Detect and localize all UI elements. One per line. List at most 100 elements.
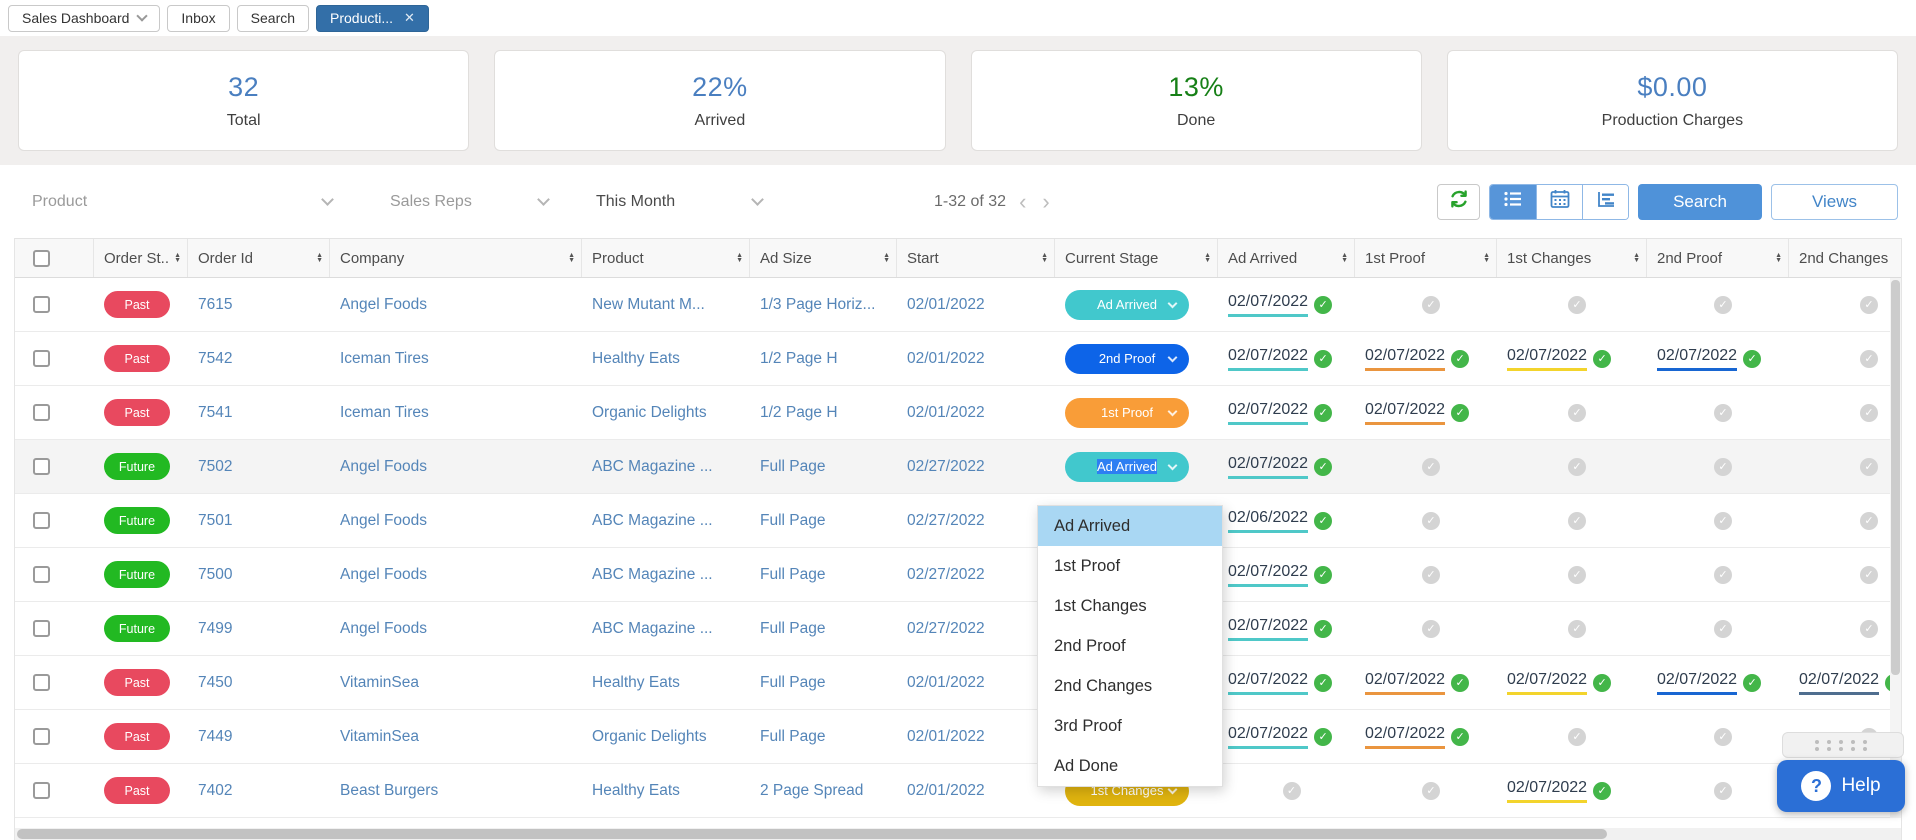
sort-icon[interactable]: ▲ ▼ (1341, 252, 1348, 264)
tab-production[interactable]: Producti... ✕ (316, 4, 429, 32)
column-header-order_id[interactable]: Order Id ▲ ▼ (188, 239, 330, 277)
column-header-first_changes[interactable]: 1st Changes ▲ ▼ (1497, 239, 1647, 277)
cell-product: ABC Magazine ... (582, 512, 750, 530)
current-stage-dropdown[interactable]: Ad Arrived (1065, 451, 1189, 482)
sort-icon[interactable]: ▲ ▼ (1204, 252, 1211, 264)
order-id-link[interactable]: 7500 (198, 566, 232, 584)
row-checkbox[interactable] (33, 674, 50, 691)
sort-icon[interactable]: ▲ ▼ (1041, 252, 1048, 264)
order-id-link[interactable]: 7502 (198, 458, 232, 476)
cell-text: 02/27/2022 (907, 565, 985, 583)
row-checkbox[interactable] (33, 566, 50, 583)
tab-inbox[interactable]: Inbox (167, 4, 230, 32)
close-icon[interactable]: ✕ (404, 10, 415, 26)
column-header-product[interactable]: Product ▲ ▼ (582, 239, 750, 277)
views-button[interactable]: Views (1771, 183, 1898, 220)
stage-menu-item[interactable]: 2nd Proof (1038, 626, 1222, 666)
table-row[interactable]: Future 7502 Angel Foods ABC Magazine ... Ful… (15, 440, 1901, 494)
stage-menu-item[interactable]: 2nd Changes (1038, 666, 1222, 706)
order-id-link[interactable]: 7542 (198, 350, 232, 368)
column-header-start[interactable]: Start ▲ ▼ (897, 239, 1055, 277)
row-checkbox[interactable] (33, 782, 50, 799)
current-stage-dropdown[interactable]: 1st Proof (1065, 397, 1189, 428)
cell-status: Past (94, 399, 188, 426)
horizontal-scrollbar-thumb[interactable] (17, 829, 1607, 839)
column-header-ad_size[interactable]: Ad Size ▲ ▼ (750, 239, 897, 277)
view-mode-toggle (1489, 183, 1629, 220)
gantt-view-button[interactable] (1582, 184, 1628, 219)
sort-icon[interactable]: ▲ ▼ (883, 252, 890, 264)
table-row[interactable]: Future 7501 Angel Foods ABC Magazine ... Ful… (15, 494, 1901, 548)
column-header-second_proof[interactable]: 2nd Proof ▲ ▼ (1647, 239, 1789, 277)
row-checkbox[interactable] (33, 512, 50, 529)
order-id-link[interactable]: 7449 (198, 728, 232, 746)
period-filter-select[interactable]: This Month (596, 193, 764, 211)
column-header-stage[interactable]: Current Stage ▲ ▼ (1055, 239, 1218, 277)
sort-icon[interactable]: ▲ ▼ (736, 252, 743, 264)
order-status-badge: Future (104, 615, 170, 642)
table-row[interactable]: Future 7499 Angel Foods ABC Magazine ... Ful… (15, 602, 1901, 656)
cell-ad_size: Full Page (750, 512, 897, 530)
column-header-company[interactable]: Company ▲ ▼ (330, 239, 582, 277)
table-row[interactable]: Past 7449 VitaminSea Organic Delights Full P… (15, 710, 1901, 764)
next-page-icon[interactable]: › (1039, 190, 1052, 212)
order-id-link[interactable]: 7402 (198, 782, 232, 800)
table-row[interactable]: Past 7450 VitaminSea Healthy Eats Full Page 0… (15, 656, 1901, 710)
cell-start: 02/27/2022 (897, 620, 1055, 638)
sort-icon[interactable]: ▲ ▼ (1483, 252, 1490, 264)
row-checkbox[interactable] (33, 350, 50, 367)
row-checkbox[interactable] (33, 620, 50, 637)
order-id-link[interactable]: 7450 (198, 674, 232, 692)
table-row[interactable]: Past 7542 Iceman Tires Healthy Eats 1/2 Page… (15, 332, 1901, 386)
list-view-button[interactable] (1490, 184, 1536, 219)
table-row[interactable]: Future 7500 Angel Foods ABC Magazine ... Ful… (15, 548, 1901, 602)
row-checkbox[interactable] (33, 296, 50, 313)
select-all-checkbox[interactable] (33, 249, 50, 267)
order-id-link[interactable]: 7499 (198, 620, 232, 638)
stage-menu-item[interactable]: Ad Arrived (1038, 506, 1222, 546)
tab-sales-dashboard[interactable]: Sales Dashboard (8, 4, 161, 32)
table-row[interactable]: Past 7402 Beast Burgers Healthy Eats 2 Page … (15, 764, 1901, 818)
prev-page-icon[interactable]: ‹ (1016, 190, 1029, 212)
cell-first_changes: 02/07/2022 ✓ (1497, 671, 1647, 695)
sort-icon[interactable]: ▲ ▼ (316, 252, 323, 264)
sort-icon[interactable]: ▲ ▼ (1633, 252, 1640, 264)
stage-menu-item[interactable]: Ad Done (1038, 746, 1222, 786)
row-checkbox[interactable] (33, 458, 50, 475)
product-filter-select[interactable]: Product (32, 193, 334, 211)
help-button[interactable]: ? Help (1777, 760, 1905, 812)
stage-date: 02/07/2022 (1228, 671, 1309, 695)
current-stage-dropdown[interactable]: Ad Arrived (1065, 289, 1189, 320)
stage-menu-item[interactable]: 1st Proof (1038, 546, 1222, 586)
search-button[interactable]: Search (1638, 183, 1762, 220)
sort-icon[interactable]: ▲ ▼ (1775, 252, 1782, 264)
table-row[interactable]: Past 7541 Iceman Tires Organic Delights 1/2 … (15, 386, 1901, 440)
current-stage-dropdown[interactable]: 2nd Proof (1065, 343, 1189, 374)
order-id-link[interactable]: 7615 (198, 296, 232, 314)
vertical-scrollbar-thumb[interactable] (1891, 280, 1900, 675)
check-empty-icon: ✓ (1422, 619, 1440, 638)
check-empty-icon: ✓ (1860, 403, 1878, 422)
stage-menu-item[interactable]: 1st Changes (1038, 586, 1222, 626)
table-row[interactable]: Past 7615 Angel Foods New Mutant M... 1/3 Pa… (15, 278, 1901, 332)
sales-reps-filter-select[interactable]: Sales Reps (390, 193, 550, 211)
row-checkbox[interactable] (33, 404, 50, 421)
stat-card: $0.00 Production Charges (1446, 50, 1898, 151)
drag-handle[interactable] (1782, 732, 1904, 758)
refresh-button[interactable] (1437, 183, 1480, 220)
order-id-link[interactable]: 7501 (198, 512, 232, 530)
cell-sel (15, 782, 94, 799)
tab-search[interactable]: Search (236, 4, 310, 32)
sort-icon[interactable]: ▲ ▼ (568, 252, 575, 264)
stage-menu-item[interactable]: 3rd Proof (1038, 706, 1222, 746)
column-header-second_changes[interactable]: 2nd Changes▲▼ (1789, 239, 1901, 277)
order-id-link[interactable]: 7541 (198, 404, 232, 422)
column-label: Ad Arrived (1228, 249, 1298, 267)
horizontal-scrollbar[interactable] (15, 828, 1901, 840)
calendar-view-button[interactable] (1536, 184, 1582, 219)
row-checkbox[interactable] (33, 728, 50, 745)
column-header-ad_arrived[interactable]: Ad Arrived ▲ ▼ (1218, 239, 1355, 277)
column-header-status[interactable]: Order St.. ▲ ▼ (94, 239, 188, 277)
column-header-first_proof[interactable]: 1st Proof ▲ ▼ (1355, 239, 1497, 277)
sort-icon[interactable]: ▲ ▼ (174, 252, 181, 264)
